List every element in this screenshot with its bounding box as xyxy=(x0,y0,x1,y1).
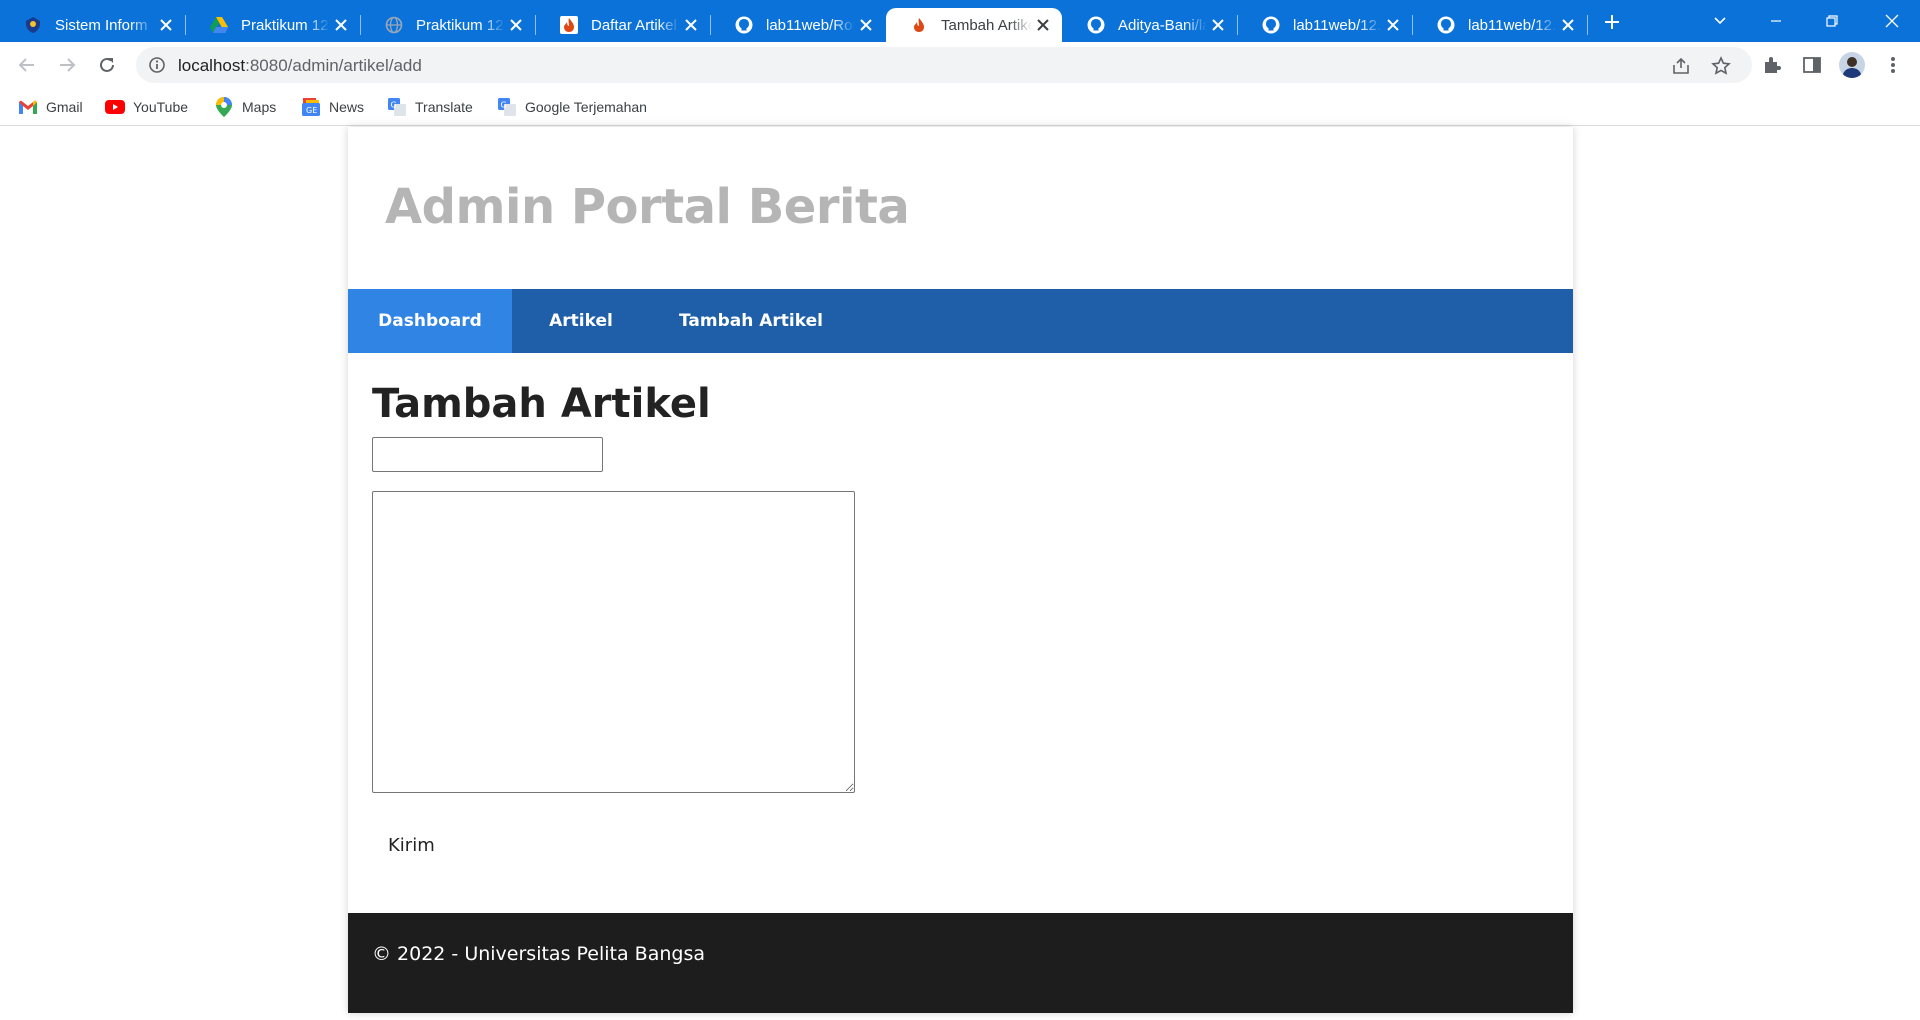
youtube-icon xyxy=(105,97,125,117)
main-nav: Dashboard Artikel Tambah Artikel xyxy=(348,289,1573,353)
reload-button[interactable] xyxy=(91,49,123,81)
browser-tab-strip: Sistem Inform Praktikum 12.p Praktikum 1… xyxy=(0,0,1920,42)
browser-tab[interactable]: Praktikum 12.p xyxy=(186,8,361,42)
google-news-icon: GE xyxy=(301,97,321,117)
github-icon xyxy=(1261,15,1281,35)
close-icon[interactable] xyxy=(1557,14,1579,36)
bookmark-maps[interactable]: Maps xyxy=(214,95,276,119)
extensions-puzzle-icon[interactable] xyxy=(1760,53,1784,77)
restore-button[interactable] xyxy=(1804,0,1860,42)
bookmark-label: Google Terjemahan xyxy=(525,99,647,115)
url-text[interactable]: localhost:8080/admin/artikel/add xyxy=(178,56,422,76)
side-panel-icon[interactable] xyxy=(1800,53,1824,77)
profile-avatar[interactable] xyxy=(1839,52,1865,78)
tab-title: lab11web/12. xyxy=(1468,16,1557,34)
page-heading: Tambah Artikel xyxy=(372,381,711,427)
nav-link-tambah-artikel[interactable]: Tambah Artikel xyxy=(650,289,852,353)
browser-tab-active[interactable]: Tambah Artike xyxy=(886,8,1062,42)
bookmark-label: Translate xyxy=(415,99,473,115)
site-footer: © 2022 - Universitas Pelita Bangsa xyxy=(348,913,1573,1013)
bookmarks-bar: Gmail YouTube Maps GE News G Translate G… xyxy=(0,88,1920,126)
bookmark-gmail[interactable]: Gmail xyxy=(18,95,83,119)
close-icon[interactable] xyxy=(855,14,877,36)
browser-tab[interactable]: Aditya-Bani/la xyxy=(1063,8,1238,42)
tab-search-button[interactable] xyxy=(1692,0,1748,42)
url-path: :8080/admin/artikel/add xyxy=(245,56,422,75)
browser-tab[interactable]: Sistem Inform xyxy=(0,8,186,42)
browser-tab[interactable]: lab11web/12. xyxy=(1238,8,1413,42)
new-tab-button[interactable] xyxy=(1598,8,1626,36)
close-window-button[interactable] xyxy=(1864,0,1920,42)
browser-tab[interactable]: lab11web/12. xyxy=(1413,8,1588,42)
site-title: Admin Portal Berita xyxy=(385,179,910,235)
bookmark-youtube[interactable]: YouTube xyxy=(105,95,188,119)
github-icon xyxy=(1086,15,1106,35)
github-icon xyxy=(734,15,754,35)
close-icon[interactable] xyxy=(1207,14,1229,36)
page-container: Admin Portal Berita Dashboard Artikel Ta… xyxy=(348,127,1573,1013)
close-icon[interactable] xyxy=(505,14,527,36)
bookmark-label: Maps xyxy=(242,99,277,115)
close-icon[interactable] xyxy=(155,14,177,36)
tab-title: Praktikum 12.p xyxy=(416,16,505,34)
browser-tab[interactable]: lab11web/Rou xyxy=(711,8,885,42)
site-info-icon[interactable] xyxy=(147,55,167,75)
browser-toolbar: localhost:8080/admin/artikel/add xyxy=(0,42,1920,88)
bookmark-label: News xyxy=(329,99,365,115)
browser-tab[interactable]: Daftar Artikel xyxy=(536,8,711,42)
translate-icon: G xyxy=(497,97,517,117)
close-icon[interactable] xyxy=(330,14,352,36)
close-icon[interactable] xyxy=(1382,14,1404,36)
forward-button[interactable] xyxy=(51,49,83,81)
judul-input[interactable] xyxy=(372,437,603,472)
isi-textarea[interactable] xyxy=(372,491,855,793)
tab-title: Aditya-Bani/la xyxy=(1118,16,1207,34)
svg-text:GE: GE xyxy=(306,106,317,115)
tab-title: lab11web/12. xyxy=(1293,16,1382,34)
svg-text:G: G xyxy=(501,101,507,110)
svg-text:G: G xyxy=(391,101,397,110)
tab-title: Tambah Artike xyxy=(941,16,1032,34)
close-icon[interactable] xyxy=(680,14,702,36)
github-icon xyxy=(1436,15,1456,35)
codeigniter-flame-icon xyxy=(909,15,929,35)
bookmark-translate[interactable]: G Translate xyxy=(387,95,473,119)
tab-title: Daftar Artikel xyxy=(591,16,677,34)
bookmark-label: YouTube xyxy=(133,99,189,115)
university-logo-icon xyxy=(23,15,43,35)
bookmark-label: Gmail xyxy=(46,99,83,115)
bookmark-star-icon[interactable] xyxy=(1708,53,1734,79)
bookmark-news[interactable]: GE News xyxy=(301,95,364,119)
minimize-button[interactable] xyxy=(1748,0,1804,42)
maps-pin-icon xyxy=(214,97,234,117)
kirim-button[interactable]: Kirim xyxy=(372,825,451,865)
nav-link-dashboard[interactable]: Dashboard xyxy=(348,289,512,353)
nav-link-artikel[interactable]: Artikel xyxy=(512,289,650,353)
tab-title: Sistem Inform xyxy=(55,16,148,34)
close-icon[interactable] xyxy=(1032,14,1054,36)
footer-text: © 2022 - Universitas Pelita Bangsa xyxy=(372,943,705,965)
google-drive-icon xyxy=(209,15,229,35)
share-icon[interactable] xyxy=(1668,53,1694,79)
bookmark-google-terjemahan[interactable]: G Google Terjemahan xyxy=(497,95,647,119)
address-bar[interactable]: localhost:8080/admin/artikel/add xyxy=(136,47,1752,83)
url-host: localhost xyxy=(178,56,246,75)
back-button[interactable] xyxy=(11,49,43,81)
tab-title: lab11web/Rou xyxy=(766,16,855,34)
tab-title: Praktikum 12.p xyxy=(241,16,330,34)
page-viewport: Admin Portal Berita Dashboard Artikel Ta… xyxy=(0,127,1920,1020)
browser-tab[interactable]: Praktikum 12.p xyxy=(361,8,536,42)
more-menu-icon[interactable] xyxy=(1881,53,1905,77)
tab-separator xyxy=(1587,15,1588,35)
translate-icon: G xyxy=(387,97,407,117)
codeigniter-flame-icon xyxy=(559,15,579,35)
site-header: Admin Portal Berita xyxy=(348,127,1573,289)
gmail-icon xyxy=(18,97,38,117)
globe-icon xyxy=(384,15,404,35)
